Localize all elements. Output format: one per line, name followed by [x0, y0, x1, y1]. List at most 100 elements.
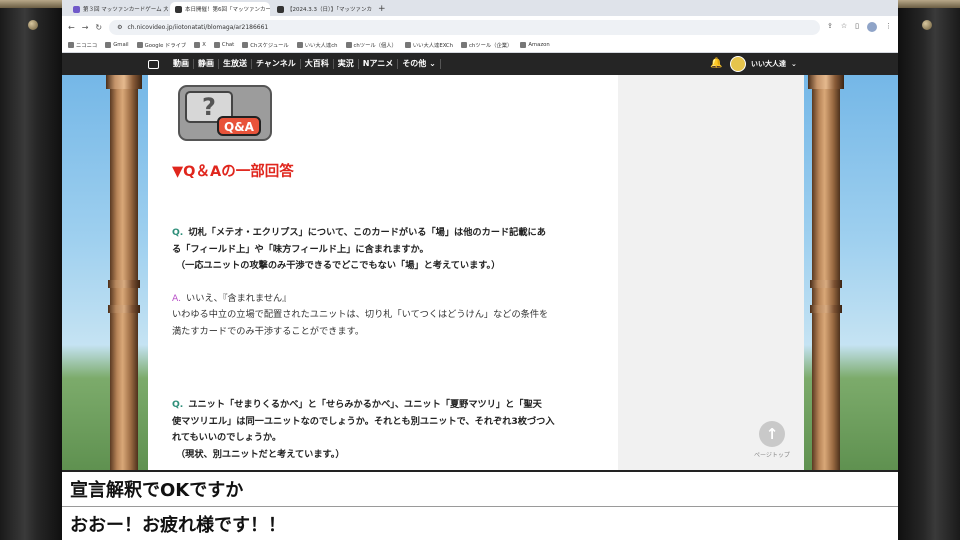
answer-text: いわゆる中立の立場で配置されたユニットは、切り札「いてつくはどうけん」などの条件…: [172, 309, 549, 320]
browser-tab[interactable]: 【2024.3.3（日）】「マッツァンカード」 ✕: [272, 2, 372, 16]
frame-right-border: [898, 0, 960, 540]
answer-text: いいえ、『含まれません』: [186, 292, 292, 304]
bookmark-item[interactable]: ニコニコ: [68, 41, 97, 49]
question-line: （一応ユニットの攻撃のみ干渉できるでどこでもない「場」と考えています。）: [172, 258, 548, 275]
bookmark-item[interactable]: Chat: [213, 42, 235, 48]
bookmark-item[interactable]: いい大人達ch: [296, 41, 338, 49]
bookmark-item[interactable]: X: [194, 42, 206, 48]
nav-item-jikkyo[interactable]: 実況: [334, 59, 359, 69]
arrow-up-icon: ↑: [759, 421, 785, 447]
page-top-button[interactable]: ↑ ページトップ: [748, 421, 796, 459]
question-line: る「フィールド上」や「味方フィールド上」に含まれますか。: [172, 242, 548, 259]
svg-text:Q&A: Q&A: [224, 120, 255, 134]
bookmark-icon: [105, 42, 112, 48]
article-body: ? Q&A ▼Q＆Aの一部回答 Q. 切札「メテオ・エクリプス」について、このカー…: [148, 75, 618, 470]
tab-bar: 第３回 マッツァンカードゲーム 大会 ✕ 本日開催！第6回「マッツァンカード」 …: [62, 0, 898, 16]
bookmark-label: Amazon: [528, 42, 550, 48]
svg-text:?: ?: [202, 93, 216, 121]
tv-icon[interactable]: [148, 59, 159, 69]
avatar: [730, 56, 746, 72]
comment-line: おおー！お疲れ様です！！: [62, 507, 898, 540]
bookmark-item[interactable]: Chスケジュール: [242, 41, 289, 49]
tab-label: 第３回 マッツァンカードゲーム 大会: [83, 7, 168, 13]
bookmark-label: ニコニコ: [76, 43, 98, 49]
answer-line: A. いいえ、『含まれません』: [172, 291, 548, 308]
nav-item-more[interactable]: その他 ⌄: [398, 59, 441, 69]
question-text: 切札「メテオ・エクリプス」について、このカードがいる「場」は他のカード記載にあ: [188, 227, 546, 238]
nav-item-seiga[interactable]: 静画: [194, 59, 219, 69]
reload-icon[interactable]: ↻: [95, 23, 102, 32]
qa-logo-image: ? Q&A: [178, 85, 272, 141]
favicon-icon: [277, 5, 284, 13]
bookmark-label: chツール（個人）: [353, 43, 397, 49]
question-text: ユニット「せまりくるかべ」と「せらみかるかべ」、ユニット「夏野マツリ」と「聖天: [188, 399, 542, 410]
pillar-ring: [108, 305, 140, 313]
question-text: れてもいいのでしょうか。: [172, 432, 282, 443]
bookmark-item[interactable]: Amazon: [520, 42, 550, 48]
web-page: 動画 静画 生放送 チャンネル 大百科 実況 Nアニメ その他 ⌄ 🔔 いい大人…: [62, 53, 898, 470]
pillar-right: [808, 75, 844, 470]
comment-panel: 宣言解釈でOKですか おおー！お疲れ様です！！: [62, 470, 898, 540]
bolt-icon: [28, 20, 38, 30]
answer-mark: A.: [172, 292, 182, 304]
bookmark-label: Chスケジュール: [250, 43, 289, 49]
new-tab-button[interactable]: +: [374, 2, 390, 16]
nav-item-anime[interactable]: Nアニメ: [359, 59, 399, 69]
nav-item-dic[interactable]: 大百科: [301, 59, 334, 69]
side-panel-icon[interactable]: ▯: [855, 22, 859, 32]
menu-icon[interactable]: ⋮: [885, 22, 892, 32]
bookmark-icon: [242, 42, 249, 48]
nav-item-channel[interactable]: チャンネル: [252, 59, 301, 69]
question-line: Q. 切札「メテオ・エクリプス」について、このカードがいる「場」は他のカード記載に…: [172, 225, 548, 242]
browser-tab-active[interactable]: 本日開催！第6回「マッツァンカード」 ✕: [170, 2, 270, 16]
page-title: ▼Q＆Aの一部回答: [172, 164, 294, 180]
favicon-icon: [175, 5, 182, 13]
bookmark-item[interactable]: いい大人達EXCh: [404, 41, 453, 49]
user-menu[interactable]: いい大人達 ⌄: [730, 56, 797, 72]
tab-label: 【2024.3.3（日）】「マッツァンカード」: [287, 7, 372, 13]
question-mark: Q.: [172, 399, 184, 410]
forward-arrow-icon[interactable]: →: [82, 23, 89, 32]
pillar-cap: [106, 75, 142, 89]
bookmark-item[interactable]: Gmail: [105, 42, 129, 48]
bookmark-label: chツール（企業）: [469, 43, 513, 49]
bookmark-icon: [136, 42, 143, 48]
user-name: いい大人達: [751, 60, 786, 68]
bookmark-icon: [194, 42, 201, 48]
share-icon[interactable]: ⇪: [827, 22, 833, 32]
bookmark-item[interactable]: chツール（個人）: [345, 41, 397, 49]
bookmark-label: Gmail: [113, 42, 129, 48]
qa-item: Q. ユニット「せまりくるかべ」と「せらみかるかべ」、ユニット「夏野マツリ」と「聖…: [172, 397, 555, 463]
bookmark-icon: [520, 42, 527, 48]
nav-item-live[interactable]: 生放送: [219, 59, 252, 69]
chevron-down-icon: ⌄: [791, 60, 797, 68]
bolt-icon: [922, 20, 932, 30]
bookmark-icon: [404, 42, 411, 48]
bookmark-label: Chat: [221, 42, 235, 48]
address-bar-row: ← → ↻ ⚙ ch.nicovideo.jp/iiotonatati/blom…: [62, 16, 898, 38]
question-note: （一応ユニットの攻撃のみ干渉できるでどこでもない「場」と考えています。）: [176, 260, 501, 271]
bookmark-icon: [345, 42, 352, 48]
frame-left-border: [0, 0, 62, 540]
bookmark-icon: [68, 42, 74, 48]
qa-item: Q. 切札「メテオ・エクリプス」について、このカードがいる「場」は他のカード記載に…: [172, 225, 548, 340]
url-field[interactable]: ⚙ ch.nicovideo.jp/iiotonatati/blomaga/ar…: [109, 19, 820, 35]
nav-item-video[interactable]: 動画: [169, 59, 194, 69]
star-icon[interactable]: ☆: [841, 22, 847, 32]
bookmark-item[interactable]: chツール（企業）: [461, 41, 512, 49]
bookmark-label: いい大人達EXCh: [412, 43, 453, 49]
question-text: 使マツリエル」は同一ユニットなのでしょうか。それとも別ユニットで、それぞれ3枚づ…: [172, 415, 555, 427]
bookmark-icon: [461, 42, 467, 48]
question-mark: Q.: [172, 227, 184, 238]
back-arrow-icon[interactable]: ←: [68, 23, 75, 32]
bell-icon[interactable]: 🔔: [710, 58, 722, 69]
pillar-ring: [108, 280, 140, 288]
site-info-icon[interactable]: ⚙: [117, 24, 122, 31]
bookmark-item[interactable]: Google ドライブ: [136, 41, 186, 49]
page-top-label: ページトップ: [754, 452, 790, 459]
browser-tab[interactable]: 第３回 マッツァンカードゲーム 大会 ✕: [68, 2, 168, 16]
profile-icon[interactable]: [867, 22, 877, 32]
pillar-left: [106, 75, 142, 470]
favicon-icon: [73, 5, 80, 13]
bookmark-label: いい大人達ch: [304, 43, 338, 49]
